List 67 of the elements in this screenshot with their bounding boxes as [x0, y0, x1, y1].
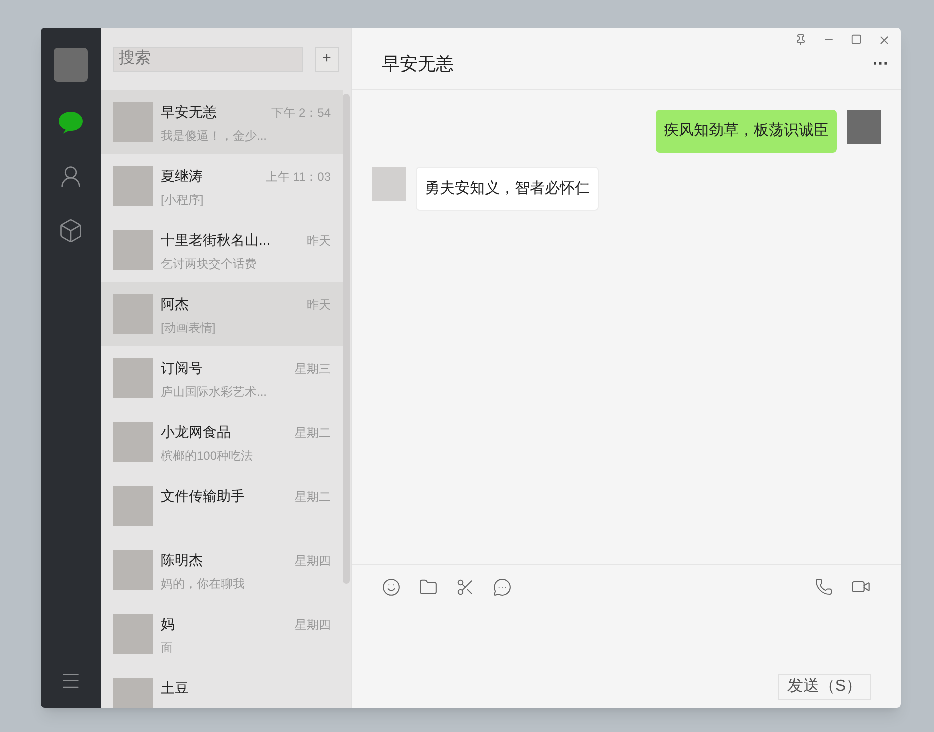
send-button[interactable]: 发送（S）: [778, 674, 871, 700]
chat-list-item[interactable]: 订阅号 星期三 庐山国际水彩艺术...: [101, 346, 343, 410]
chat-name: 早安无恙: [161, 103, 217, 122]
pin-icon[interactable]: [795, 34, 807, 46]
chat-time: 星期四: [295, 616, 331, 634]
search-field[interactable]: 搜索: [113, 46, 303, 72]
scissors-icon[interactable]: [456, 578, 475, 596]
chat-list-item[interactable]: 陈明杰 星期四 妈的，你在聊我: [101, 538, 343, 602]
chat-name: 妈: [161, 615, 175, 634]
chat-preview: 面: [161, 640, 174, 657]
avatar-placeholder: [113, 422, 153, 462]
chat-name: 十里老街秋名山...: [161, 231, 271, 250]
chat-time: 星期四: [295, 552, 331, 570]
avatar-placeholder: [113, 614, 153, 654]
chat-preview: [动画表情]: [161, 320, 217, 337]
chat-name: 订阅号: [161, 359, 203, 378]
chat-list-item[interactable]: 小龙网食品 星期二 槟榔的100种吃法: [101, 410, 343, 474]
chat-name: 土豆: [161, 679, 189, 698]
chat-name: 文件传输助手: [161, 487, 245, 506]
chat-time: 星期三: [295, 360, 331, 378]
chat-preview: [小程序]: [161, 192, 205, 209]
avatar-placeholder: [113, 358, 153, 398]
chat-title: 早安无恙: [382, 53, 454, 76]
avatar-placeholder: [372, 166, 406, 200]
chat-list-item[interactable]: 阿杰 昨天 [动画表情]: [101, 282, 343, 346]
avatar-placeholder: [113, 678, 153, 708]
chat-name: 小龙网食品: [161, 423, 231, 442]
phone-icon[interactable]: [815, 578, 833, 596]
chat-list-item[interactable]: 文件传输助手 星期二: [101, 474, 343, 538]
chat-time: 下午 2：54: [272, 104, 331, 122]
sent-message: 疾风知劲草，板荡识诚臣: [656, 110, 837, 152]
avatar-placeholder: [113, 230, 153, 270]
chat-preview: 庐山国际水彩艺术...: [161, 384, 268, 401]
emoji-icon[interactable]: [382, 578, 401, 596]
chat-bubble-icon[interactable]: [493, 578, 512, 596]
chat-time: 昨天: [307, 232, 331, 250]
add-button[interactable]: +: [315, 46, 339, 72]
chat-time: 上午 11：03: [266, 168, 331, 186]
chat-name: 陈明杰: [161, 551, 203, 570]
avatar-placeholder: [113, 166, 153, 206]
avatar-placeholder: [847, 110, 881, 144]
avatar-placeholder: [113, 550, 153, 590]
chat-preview: 妈的，你在聊我: [161, 576, 246, 593]
avatar-placeholder: [113, 102, 153, 142]
chat-list-item[interactable]: 土豆: [101, 666, 343, 708]
chat-list-item[interactable]: 十里老街秋名山... 昨天 乞讨两块交个话费: [101, 218, 343, 282]
chat-name: 夏继涛: [161, 167, 203, 186]
more-button[interactable]: ···: [873, 52, 889, 76]
chat-preview: 乞讨两块交个话费: [161, 256, 258, 273]
box-icon[interactable]: [58, 218, 84, 244]
chat-time: 昨天: [307, 296, 331, 314]
avatar-placeholder: [113, 294, 153, 334]
folder-icon[interactable]: [419, 578, 438, 596]
avatar-placeholder: [113, 486, 153, 526]
chat-preview: 槟榔的100种吃法: [161, 448, 254, 465]
chat-list-item[interactable]: 妈 星期四 面: [101, 602, 343, 666]
chat-list-item[interactable]: 夏继涛 上午 11：03 [小程序]: [101, 154, 343, 218]
chat-name: 阿杰: [161, 295, 189, 314]
close-icon[interactable]: [878, 34, 891, 47]
received-message: 勇夫安知义，智者必怀仁: [416, 166, 599, 211]
chat-list-item[interactable]: 早安无恙 下午 2：54 我是傻逼！，金少...: [101, 90, 343, 154]
chat-time: 星期二: [295, 488, 331, 506]
chat-bubble-icon[interactable]: [57, 110, 85, 136]
chat-time: 星期二: [295, 424, 331, 442]
scrollbar-thumb[interactable]: [343, 94, 350, 584]
maximize-icon[interactable]: [851, 34, 862, 45]
chat-preview: 我是傻逼！，金少...: [161, 128, 268, 145]
